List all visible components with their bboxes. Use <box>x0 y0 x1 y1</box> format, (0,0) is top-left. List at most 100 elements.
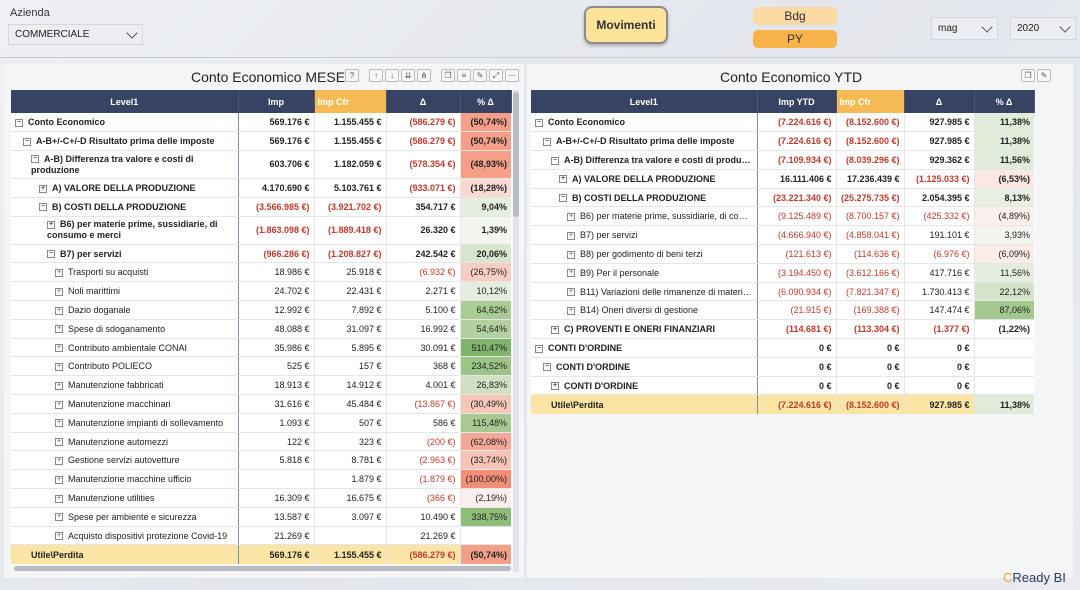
py-button[interactable]: PY <box>753 30 837 48</box>
expand-icon[interactable]: + <box>55 532 63 541</box>
table-row[interactable]: − B7) per servizi (966.286 €) (1.208.827 €)… <box>11 244 511 264</box>
expand-icon[interactable]: + <box>567 250 575 259</box>
expand-icon[interactable]: + <box>551 382 559 391</box>
col-pct-delta[interactable]: % Δ <box>974 90 1035 113</box>
col-delta[interactable]: Δ <box>386 90 461 113</box>
expand-icon[interactable]: + <box>55 344 63 353</box>
table-row[interactable]: + A) VALORE DELLA PRODUZIONE 16.111.406 €1… <box>531 169 1034 189</box>
expand-icon[interactable]: + <box>47 220 55 229</box>
col-delta[interactable]: Δ <box>904 90 975 113</box>
col-imp[interactable]: Imp <box>238 90 315 113</box>
table-row[interactable]: + Manutenzione fabbricati 18.913 €14.912 €… <box>11 375 511 396</box>
expand-next-level-icon[interactable]: ⇊ <box>401 69 415 82</box>
table-row[interactable]: + Manutenzione impianti di sollevamento 1.… <box>11 413 511 433</box>
expand-all-icon[interactable]: ⋔ <box>417 69 431 82</box>
expand-icon[interactable]: + <box>55 287 63 296</box>
table-row[interactable]: + B11) Variazioni delle rimanenze di mate… <box>531 282 1034 302</box>
expand-icon[interactable]: + <box>55 381 63 390</box>
collapse-icon[interactable]: − <box>23 137 31 146</box>
expand-icon[interactable]: + <box>567 213 575 221</box>
table-row[interactable]: + B6) per materie prime, sussidiarie, di … <box>11 216 511 245</box>
azienda-select[interactable]: COMMERCIALE <box>8 24 143 45</box>
table-row[interactable]: + Dazio doganale 12.992 €7.892 €5.100 €64,… <box>11 300 511 320</box>
table-row[interactable]: − CONTI D'ORDINE 0 €0 €0 € <box>531 338 1034 358</box>
table-row[interactable]: − Conto Economico 569.176 €1.155.455 € (586… <box>11 113 511 133</box>
format-icon[interactable]: ✎ <box>473 69 487 82</box>
format-icon[interactable]: ✎ <box>1037 69 1051 82</box>
bdg-button[interactable]: Bdg <box>753 7 837 25</box>
table-row[interactable]: + B7) per servizi (4.666.940 €) (4.858.041 … <box>531 225 1034 246</box>
table-row[interactable]: + Gestione servizi autovetture 5.818 €8.78… <box>11 450 511 471</box>
mese-horizontal-scrollbar[interactable] <box>14 566 511 571</box>
expand-icon[interactable]: + <box>55 513 63 522</box>
expand-icon[interactable]: + <box>567 231 575 240</box>
movimenti-button[interactable]: Movimenti <box>584 6 668 44</box>
collapse-icon[interactable]: − <box>559 194 567 203</box>
table-row[interactable]: + CONTI D'ORDINE 0 €0 €0 € <box>531 376 1034 396</box>
col-imp-cfr[interactable]: Imp Cfr <box>314 90 387 113</box>
expand-icon[interactable]: + <box>55 400 63 409</box>
more-options-icon[interactable]: ⋯ <box>505 69 519 82</box>
expand-icon[interactable]: + <box>55 419 63 428</box>
month-select[interactable]: mag <box>931 17 998 40</box>
table-row[interactable]: + Noli marittimi 24.702 €22.431 €2.271 €10… <box>11 281 511 302</box>
expand-icon[interactable]: + <box>55 475 63 484</box>
expand-icon[interactable]: + <box>55 362 63 371</box>
table-row[interactable]: − A-B) Differenza tra valore e costi di p… <box>531 150 1034 170</box>
collapse-icon[interactable]: − <box>39 203 47 212</box>
expand-icon[interactable]: + <box>39 184 47 193</box>
table-row[interactable]: − Conto Economico (7.224.616 €) (8.152.600 … <box>531 113 1034 133</box>
expand-icon[interactable]: + <box>55 438 63 447</box>
drill-down-icon[interactable]: ↓ <box>385 69 399 82</box>
expand-icon[interactable]: + <box>55 306 63 315</box>
table-row[interactable]: − B) COSTI DELLA PRODUZIONE (3.566.985 €)(… <box>11 197 511 217</box>
collapse-icon[interactable]: − <box>47 250 55 259</box>
collapse-icon[interactable]: − <box>15 118 23 127</box>
copy-icon[interactable]: ❐ <box>441 69 455 82</box>
focus-mode-icon[interactable]: ⤢ <box>489 69 503 82</box>
table-row[interactable]: + Manutenzione utilities 16.309 €16.675 €(… <box>11 488 511 508</box>
table-row[interactable]: + Trasporti su acquisti 18.986 €25.918 € (6… <box>11 262 511 283</box>
table-row[interactable]: + Contributo POLIECO 525 €157 €368 €234,52… <box>11 356 511 377</box>
collapse-icon[interactable]: − <box>535 118 543 127</box>
table-row[interactable]: + B14) Oneri diversi di gestione (21.915 €… <box>531 300 1034 321</box>
collapse-icon[interactable]: − <box>543 363 551 372</box>
collapse-icon[interactable]: − <box>551 156 559 165</box>
help-icon[interactable]: ? <box>345 69 359 82</box>
table-row[interactable]: + Manutenzione macchine ufficio 1.879 € (1.… <box>11 469 511 490</box>
expand-icon[interactable]: + <box>55 269 63 277</box>
table-row[interactable]: + C) PROVENTI E ONERI FINANZIARI (114.681 … <box>531 319 1034 340</box>
expand-icon[interactable]: + <box>55 456 63 465</box>
expand-icon[interactable]: + <box>551 325 559 334</box>
expand-icon[interactable]: + <box>55 494 63 503</box>
expand-icon[interactable]: + <box>567 269 575 278</box>
table-row[interactable]: + Manutenzione macchinari 31.616 €45.484 €… <box>11 394 511 414</box>
collapse-icon[interactable]: − <box>535 344 543 353</box>
table-row[interactable]: − CONTI D'ORDINE 0 €0 €0 € <box>531 357 1034 377</box>
expand-icon[interactable]: + <box>567 306 575 315</box>
table-row[interactable]: − A-B+/-C+/-D Risultato prima delle impos… <box>11 131 511 152</box>
drill-up-icon[interactable]: ↑ <box>369 69 383 82</box>
table-row[interactable]: + Contributo ambientale CONAI 35.986 €5.89… <box>11 338 511 358</box>
mese-scroll-thumb[interactable] <box>513 92 519 217</box>
expand-icon[interactable]: + <box>55 325 63 334</box>
col-pct-delta[interactable]: % Δ <box>460 90 512 113</box>
collapse-icon[interactable]: − <box>31 155 39 164</box>
table-row[interactable]: + Spese per ambiente e sicurezza 13.587 €3… <box>11 507 511 527</box>
total-row[interactable]: Utile\Perdita (7.224.616 €) (8.152.600 €) 9… <box>531 394 1034 414</box>
table-row[interactable]: − B) COSTI DELLA PRODUZIONE (23.221.340 €)… <box>531 188 1034 208</box>
year-select[interactable]: 2020 <box>1010 17 1076 40</box>
col-imp-cfr[interactable]: Imp Cfr <box>836 90 905 113</box>
table-row[interactable]: + B9) Per il personale (3.194.450 €) (3.612… <box>531 263 1034 283</box>
expand-icon[interactable]: + <box>567 288 575 297</box>
copy-icon[interactable]: ❐ <box>1021 69 1035 82</box>
table-row[interactable]: + Acquisto dispositivi protezione Covid-1… <box>11 526 511 546</box>
table-row[interactable]: + A) VALORE DELLA PRODUZIONE 4.170.690 €5.… <box>11 178 511 198</box>
table-row[interactable]: − A-B) Differenza tra valore e costi di p… <box>11 150 511 180</box>
table-row[interactable]: − A-B+/-C+/-D Risultato prima delle impos… <box>531 131 1034 152</box>
table-row[interactable]: + B6) per materie prime, sussidiarie, di … <box>531 206 1034 227</box>
table-row[interactable]: + B8) per godimento di beni terzi (121.613… <box>531 244 1034 264</box>
col-imp-ytd[interactable]: Imp YTD <box>757 90 837 113</box>
collapse-icon[interactable]: − <box>543 137 551 146</box>
filter-icon[interactable]: ≡ <box>457 69 471 82</box>
